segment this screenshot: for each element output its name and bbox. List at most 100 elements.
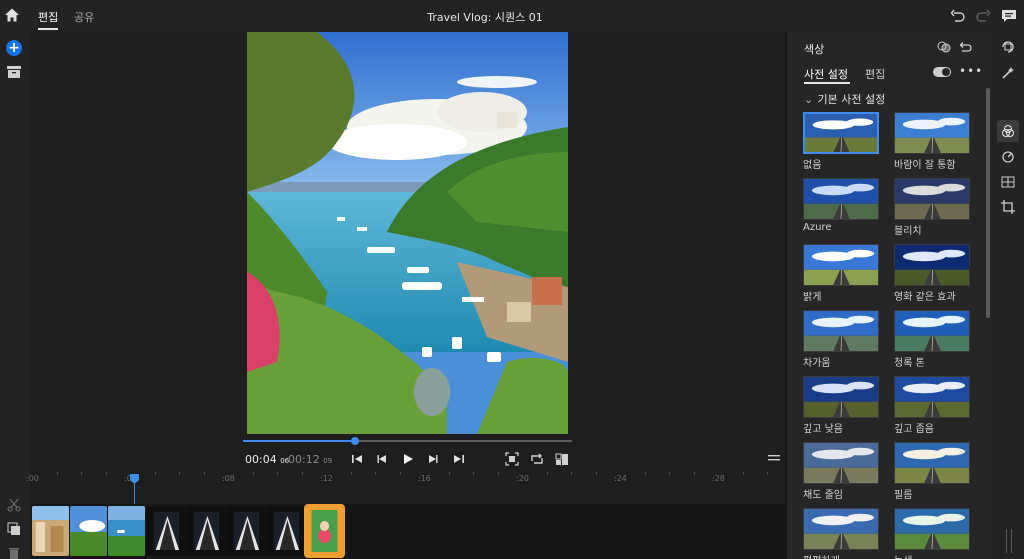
play-icon[interactable] (401, 452, 415, 466)
preset-label: 깊고 낮음 (803, 424, 843, 435)
duplicate-icon[interactable] (7, 522, 21, 536)
timeline-clip[interactable] (186, 506, 225, 556)
compare-icon[interactable] (937, 40, 951, 54)
feedback-icon[interactable] (1000, 7, 1018, 25)
timeline-clip[interactable] (146, 506, 185, 556)
ruler-minor-tick (277, 472, 278, 475)
speed-icon[interactable] (1001, 149, 1015, 163)
preset-label: 바람이 잘 통함 (894, 160, 956, 171)
transform-icon[interactable] (1001, 40, 1015, 54)
preset-thumbnail (894, 442, 970, 484)
scrubber-track[interactable] (243, 437, 572, 445)
preset-thumbnail (894, 376, 970, 418)
preset-item[interactable]: 채도 줄임 (803, 442, 879, 501)
chevron-down-icon: ⌄ (804, 93, 814, 106)
ruler-minor-tick (154, 472, 156, 475)
crop-icon[interactable] (1001, 200, 1015, 214)
delete-icon[interactable] (7, 546, 21, 559)
ruler-minor-tick (742, 472, 744, 475)
redo-icon[interactable] (975, 8, 991, 24)
preset-item[interactable]: Azure (803, 178, 879, 233)
preset-item[interactable]: 바람이 잘 통함 (894, 112, 970, 171)
preset-item[interactable]: 녹색 (894, 508, 970, 559)
preset-thumbnail (803, 310, 879, 352)
preset-item[interactable]: 블리치 (894, 178, 970, 237)
ruler-minor-tick (399, 472, 401, 475)
preset-thumbnail (803, 508, 879, 550)
ruler-minor-tick (81, 472, 82, 475)
preset-item[interactable]: 없음 (803, 112, 879, 171)
timeline-menu-icon[interactable] (768, 453, 780, 463)
ruler-minor-tick (448, 472, 450, 475)
section-header-basic-presets[interactable]: ⌄ 기본 사전 설정 (804, 91, 885, 107)
preset-label: 평평하게 (803, 552, 879, 559)
color-icon[interactable] (1001, 124, 1015, 138)
loop-icon[interactable] (530, 452, 544, 466)
panel-resize-grip[interactable] (1006, 529, 1012, 553)
tab-edit-underline (38, 28, 58, 30)
scrubber-progress (243, 440, 355, 442)
quality-icon[interactable] (555, 452, 569, 466)
top-bar: 편집 공유 Travel Vlog: 시퀀스 01 (0, 0, 1024, 32)
tab-share[interactable]: 공유 (74, 9, 94, 25)
preset-label: 채도 줄임 (803, 490, 843, 501)
preset-thumbnail (803, 244, 879, 286)
timeline-ruler[interactable]: :00:04:08:12:16:20:24:28 (26, 472, 793, 486)
go-to-start-icon[interactable] (350, 452, 364, 466)
fit-frame-icon[interactable] (505, 452, 519, 466)
ruler-minor-tick (473, 472, 474, 475)
media-bin-icon[interactable] (7, 66, 21, 78)
layout-icon[interactable] (1001, 175, 1015, 189)
tab-adjust[interactable]: 편집 (865, 66, 885, 82)
go-to-end-icon[interactable] (452, 452, 466, 466)
color-panel: 색상 사전 설정 편집 ••• ⌄ 기본 사전 설정 없음 바람이 잘 통함 Azu… (786, 32, 992, 559)
preset-label: 깊고 좁음 (894, 424, 934, 435)
preset-label: Azure (803, 222, 832, 233)
next-frame-icon[interactable] (426, 452, 440, 466)
effect-toggle[interactable] (933, 67, 951, 77)
preset-label: 영화 같은 효과 (894, 292, 956, 303)
ruler-tick-label: :28 (712, 474, 725, 483)
tab-presets[interactable]: 사전 설정 (804, 66, 848, 82)
preset-thumbnail (803, 112, 879, 154)
timeline-clip[interactable] (226, 506, 265, 556)
reset-icon[interactable] (958, 40, 972, 54)
preset-item[interactable]: 청록 톤 (894, 310, 970, 369)
magic-icon[interactable] (1001, 66, 1015, 80)
undo-icon[interactable] (950, 8, 966, 24)
preset-item[interactable]: 깊고 낮음 (803, 376, 879, 435)
preset-label: 청록 톤 (894, 358, 925, 369)
previous-frame-icon[interactable] (375, 452, 389, 466)
ruler-minor-tick (497, 472, 499, 475)
preset-item[interactable]: 평평하게 (803, 508, 879, 559)
panel-scrollbar[interactable] (986, 88, 990, 318)
preset-label: 밝게 (803, 292, 822, 303)
timeline-clip[interactable] (108, 506, 145, 556)
more-icon[interactable]: ••• (959, 64, 983, 78)
preset-item[interactable]: 밝게 (803, 244, 879, 303)
project-title[interactable]: Travel Vlog: 시퀀스 01 (380, 9, 590, 25)
video-preview[interactable] (247, 32, 568, 434)
add-media-button[interactable]: + (6, 40, 22, 56)
total-duration: 00:12 09 (288, 453, 333, 466)
split-icon[interactable] (7, 498, 21, 512)
scrubber-handle[interactable] (350, 437, 359, 445)
home-icon[interactable] (4, 7, 20, 23)
ruler-tick-label: :00 (26, 474, 39, 483)
timeline-clip[interactable] (32, 506, 69, 556)
preset-item[interactable]: 영화 같은 효과 (894, 244, 970, 303)
preset-thumbnail (894, 508, 970, 550)
timeline-clip[interactable] (266, 506, 305, 556)
timeline-clip[interactable] (70, 506, 107, 556)
preset-item[interactable]: 차가움 (803, 310, 879, 369)
clip-thumbnail (226, 506, 265, 556)
ruler-tick-label: :20 (516, 474, 529, 483)
ruler-tick-label: :16 (418, 474, 431, 483)
tab-edit[interactable]: 편집 (38, 9, 58, 25)
preset-item[interactable]: 필름 (894, 442, 970, 501)
clip-thumbnail (32, 506, 69, 556)
panel-title: 색상 (804, 43, 825, 56)
timeline-clip[interactable] (304, 504, 345, 558)
video-track[interactable] (30, 504, 786, 559)
preset-item[interactable]: 깊고 좁음 (894, 376, 970, 435)
